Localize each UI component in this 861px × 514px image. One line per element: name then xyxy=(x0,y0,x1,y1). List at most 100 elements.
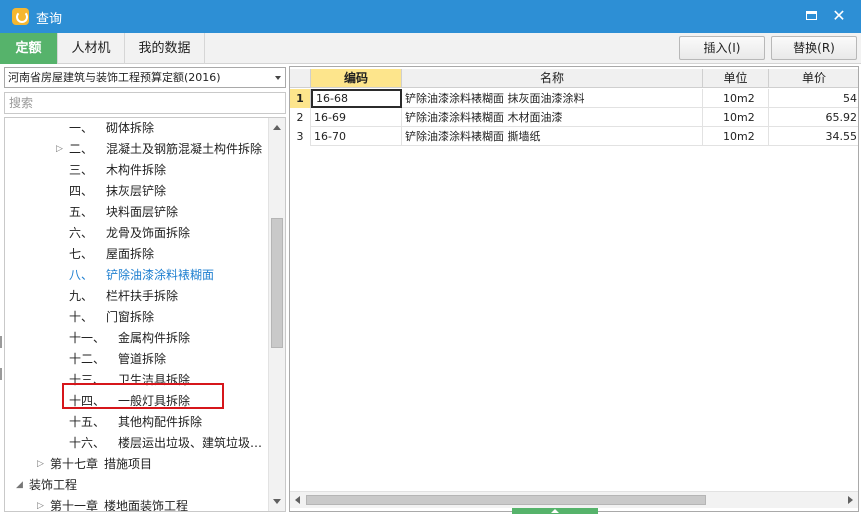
panel-toggle-handle[interactable] xyxy=(512,508,598,514)
name-cell[interactable]: 铲除油漆涂料裱糊面 抹灰面油漆涂料 xyxy=(402,89,703,108)
tree-item-number: 十二、 xyxy=(69,352,106,366)
code-cell[interactable]: 16-69 xyxy=(311,108,402,127)
maximize-icon xyxy=(805,11,817,20)
collapse-arrow-icon[interactable]: ◢ xyxy=(16,475,23,496)
tree-item-label: 铲除油漆涂料裱糊面 xyxy=(106,268,215,282)
title-bar: 查询 ✕ xyxy=(0,0,861,33)
row-number-header xyxy=(290,69,311,88)
tree-item-label: 金属构件拆除 xyxy=(118,331,191,345)
name-cell[interactable]: 铲除油漆涂料裱糊面 撕墙纸 xyxy=(402,127,703,146)
scrollbar-thumb[interactable] xyxy=(271,218,283,348)
name-cell[interactable]: 铲除油漆涂料裱糊面 木材面油漆 xyxy=(402,108,703,127)
tree-item-number: 第十七章 xyxy=(50,457,99,471)
maximize-button[interactable] xyxy=(800,6,822,26)
tab-quota[interactable]: 定额 xyxy=(0,33,58,64)
tree-item-label: 装饰工程 xyxy=(29,478,78,492)
tree-item-number: 一、 xyxy=(69,121,94,135)
quota-grid: 编码 名称 单位 单价 1 16-68 铲除油漆涂料裱糊面 抹灰面油漆涂料 10… xyxy=(289,66,859,512)
table-row[interactable]: 2 16-69 铲除油漆涂料裱糊面 木材面油漆 10m2 65.92 xyxy=(290,108,858,127)
tree-item-label: 楼层运出垃圾、建筑垃圾… xyxy=(118,436,263,450)
tree-item-label: 混凝土及钢筋混凝土构件拆除 xyxy=(106,142,263,156)
column-header-unit[interactable]: 单位 xyxy=(703,69,769,88)
app-logo-icon xyxy=(12,8,29,25)
tree-item-number: 第十一章 xyxy=(50,499,99,512)
tree-item[interactable]: ▷ 第十一章 楼地面装饰工程 xyxy=(37,496,188,512)
tree-item[interactable]: 九、 栏杆扶手拆除 xyxy=(69,286,178,307)
window-edge-mark xyxy=(0,368,2,380)
row-number: 1 xyxy=(290,89,311,108)
price-cell[interactable]: 54 xyxy=(769,89,858,108)
expand-arrow-icon[interactable]: ▷ xyxy=(56,139,63,160)
tree-item-number: 四、 xyxy=(69,184,94,198)
column-header-name[interactable]: 名称 xyxy=(402,69,703,88)
tree-vertical-scrollbar[interactable] xyxy=(268,118,285,511)
tree-item-number: 十一、 xyxy=(69,331,106,345)
code-cell[interactable]: 16-68 xyxy=(311,89,402,108)
tab-bar: 定额 人材机 我的数据 插入(I) 替换(R) xyxy=(0,33,861,64)
tree-item-selected[interactable]: 八、 铲除油漆涂料裱糊面 xyxy=(69,265,214,286)
tree-item-label: 木构件拆除 xyxy=(106,163,167,177)
scroll-right-icon[interactable] xyxy=(848,496,853,504)
replace-button[interactable]: 替换(R) xyxy=(771,36,857,60)
grid-horizontal-scrollbar[interactable] xyxy=(290,491,858,508)
tree-item-label: 龙骨及饰面拆除 xyxy=(106,226,191,240)
tree-item-label: 门窗拆除 xyxy=(106,310,155,324)
tree-item[interactable]: 七、 屋面拆除 xyxy=(69,244,154,265)
tree-item-number: 七、 xyxy=(69,247,94,261)
window-title: 查询 xyxy=(36,12,63,27)
library-select-value: 河南省房屋建筑与装饰工程预算定额(2016) xyxy=(8,71,221,84)
tree-item-number: 三、 xyxy=(69,163,94,177)
tree-item[interactable]: 四、 抹灰层铲除 xyxy=(69,181,166,202)
tree-item[interactable]: 十五、 其他构配件拆除 xyxy=(69,412,202,433)
tree-item-number: 八、 xyxy=(69,268,94,282)
tree-item-label: 抹灰层铲除 xyxy=(106,184,167,198)
insert-button[interactable]: 插入(I) xyxy=(679,36,765,60)
tree-item[interactable]: 五、 块料面层铲除 xyxy=(69,202,178,223)
column-header-code[interactable]: 编码 xyxy=(311,69,402,88)
selection-highlight-box xyxy=(62,383,224,409)
tree-item-number: 十五、 xyxy=(69,415,106,429)
tree-item-label: 块料面层铲除 xyxy=(106,205,179,219)
tree-item[interactable]: ▷ 第十七章 措施项目 xyxy=(37,454,153,475)
table-row[interactable]: 1 16-68 铲除油漆涂料裱糊面 抹灰面油漆涂料 10m2 54 xyxy=(290,89,858,108)
scrollbar-thumb[interactable] xyxy=(306,495,706,505)
code-cell[interactable]: 16-70 xyxy=(311,127,402,146)
tree-item-label: 其他构配件拆除 xyxy=(118,415,203,429)
tree-item-number: 五、 xyxy=(69,205,94,219)
window-edge-mark xyxy=(0,336,2,348)
tree-item[interactable]: 十六、 楼层运出垃圾、建筑垃圾… xyxy=(69,433,262,454)
unit-cell[interactable]: 10m2 xyxy=(703,108,769,127)
tree-item[interactable]: ▷ 二、 混凝土及钢筋混凝土构件拆除 xyxy=(56,139,263,160)
tree-item-label: 措施项目 xyxy=(104,457,153,471)
scroll-left-icon[interactable] xyxy=(295,496,300,504)
tree-item[interactable]: 十一、 金属构件拆除 xyxy=(69,328,190,349)
unit-cell[interactable]: 10m2 xyxy=(703,127,769,146)
expand-arrow-icon[interactable]: ▷ xyxy=(37,454,44,475)
tree-item-label: 栏杆扶手拆除 xyxy=(106,289,179,303)
tree-item-label: 管道拆除 xyxy=(118,352,167,366)
tree-item-number: 二、 xyxy=(69,142,94,156)
tree-item[interactable]: 一、 砌体拆除 xyxy=(69,118,154,139)
tree-item[interactable]: 六、 龙骨及饰面拆除 xyxy=(69,223,190,244)
tree-item-number: 十、 xyxy=(69,310,94,324)
close-button[interactable]: ✕ xyxy=(828,6,850,26)
tab-my-data[interactable]: 我的数据 xyxy=(125,33,205,64)
row-number: 2 xyxy=(290,108,311,127)
table-row[interactable]: 3 16-70 铲除油漆涂料裱糊面 撕墙纸 10m2 34.55 xyxy=(290,127,858,146)
scroll-down-icon[interactable] xyxy=(273,499,281,504)
price-cell[interactable]: 65.92 xyxy=(769,108,858,127)
column-header-price[interactable]: 单价 xyxy=(769,69,858,88)
expand-arrow-icon[interactable]: ▷ xyxy=(37,496,44,511)
tree-item-number: 六、 xyxy=(69,226,94,240)
tree-item[interactable]: 三、 木构件拆除 xyxy=(69,160,166,181)
tree-item[interactable]: 十二、 管道拆除 xyxy=(69,349,166,370)
tree-item[interactable]: ◢ 装饰工程 xyxy=(16,475,78,496)
price-cell[interactable]: 34.55 xyxy=(769,127,858,146)
search-input[interactable]: 搜索 xyxy=(4,92,286,114)
library-select[interactable]: 河南省房屋建筑与装饰工程预算定额(2016) xyxy=(4,67,286,88)
tree-item[interactable]: 十、 门窗拆除 xyxy=(69,307,154,328)
unit-cell[interactable]: 10m2 xyxy=(703,89,769,108)
tab-labor-material-machine[interactable]: 人材机 xyxy=(58,33,125,64)
tree-item-number: 十六、 xyxy=(69,436,106,450)
scroll-up-icon[interactable] xyxy=(273,125,281,130)
